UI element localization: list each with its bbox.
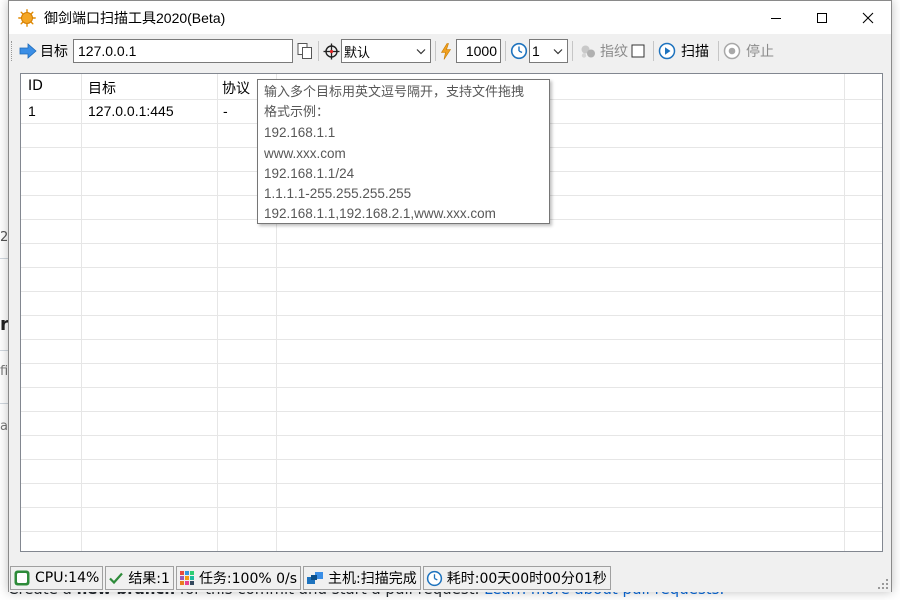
- tasks-text: 任务:100% 0/s: [198, 571, 298, 587]
- toolbar-separator: [318, 41, 319, 61]
- play-icon: [658, 42, 676, 60]
- chevron-down-icon: [553, 48, 563, 54]
- fingerprint-label: 指纹: [600, 44, 628, 60]
- table-row-target[interactable]: 127.0.0.1:445: [88, 103, 174, 119]
- fingerprint-icon: [579, 42, 597, 60]
- background-text-fragment: fi: [0, 364, 9, 379]
- arrow-right-icon: [19, 43, 37, 59]
- tooltip-line: 192.168.1.1: [264, 125, 336, 141]
- column-header-id[interactable]: ID: [28, 78, 43, 94]
- scan-button[interactable]: 扫描: [658, 41, 714, 61]
- paste-button[interactable]: [296, 42, 314, 60]
- app-logo-icon: [18, 8, 36, 27]
- tasks-grid-icon: [179, 571, 194, 585]
- minimize-button[interactable]: [753, 1, 799, 34]
- crosshair-icon: [323, 43, 340, 60]
- network-icon: [307, 572, 324, 584]
- timeout-dropdown[interactable]: 1: [529, 39, 568, 63]
- resize-grip-icon[interactable]: [878, 579, 888, 589]
- scan-label: 扫描: [681, 44, 709, 60]
- threads-input[interactable]: 1000: [456, 39, 501, 63]
- checkmark-icon: [109, 572, 124, 585]
- target-input-tooltip: 输入多个目标用英文逗号隔开，支持文件拖拽 格式示例： 192.168.1.1 w…: [257, 79, 550, 224]
- window-controls: [753, 1, 891, 34]
- stop-label: 停止: [746, 44, 774, 60]
- close-button[interactable]: [845, 1, 891, 34]
- host-text: 主机:扫描完成: [328, 571, 417, 587]
- status-cpu: CPU:14%: [10, 566, 104, 590]
- toolbar-separator: [435, 41, 436, 61]
- fingerprint-checkbox[interactable]: [631, 44, 645, 58]
- tooltip-line: 192.168.1.1/24: [264, 165, 355, 181]
- toolbar-grip[interactable]: [11, 41, 15, 61]
- copy-icon: [297, 43, 312, 59]
- clock-icon: [426, 570, 442, 586]
- timeout-value: 1: [532, 43, 540, 59]
- target-input[interactable]: 127.0.0.1: [73, 39, 293, 63]
- toolbar-separator: [718, 41, 719, 61]
- target-label: 目标: [40, 44, 68, 60]
- status-host: 主机:扫描完成: [303, 566, 421, 590]
- cpu-text: CPU:14%: [35, 570, 100, 586]
- maximize-button[interactable]: [799, 1, 845, 34]
- mode-dropdown[interactable]: 默认: [341, 39, 431, 63]
- stop-button[interactable]: 停止: [723, 41, 779, 61]
- close-icon: [862, 12, 874, 23]
- tooltip-line: 格式示例：: [264, 105, 330, 121]
- tooltip-line: 1.1.1.1-255.255.255.255: [264, 185, 412, 201]
- lightning-icon: [440, 42, 452, 60]
- results-text: 结果:1: [128, 571, 170, 587]
- maximize-icon: [817, 12, 827, 23]
- table-row-protocol[interactable]: -: [223, 103, 228, 119]
- tooltip-line: 输入多个目标用英文逗号隔开，支持文件拖拽: [264, 85, 525, 100]
- elapsed-text: 耗时:00天00时00分01秒: [446, 571, 607, 587]
- tooltip-line: www.xxx.com: [264, 145, 346, 161]
- cpu-icon: [14, 570, 30, 586]
- window-title: 御剑端口扫描工具2020(Beta): [44, 9, 226, 26]
- column-header-protocol[interactable]: 协议: [222, 78, 250, 98]
- status-tasks: 任务:100% 0/s: [175, 566, 302, 590]
- toolbar: 目标 127.0.0.1 默认 1000 1 指纹 扫描 停止: [9, 36, 891, 66]
- tooltip-line: 192.168.1.1,192.168.2.1,www.xxx.com: [264, 206, 496, 222]
- clock-icon: [510, 42, 528, 60]
- toolbar-separator: [653, 41, 654, 61]
- stop-icon: [723, 42, 741, 60]
- column-header-target[interactable]: 目标: [88, 78, 116, 98]
- minimize-icon: [771, 17, 781, 19]
- status-elapsed: 耗时:00天00时00分01秒: [422, 566, 611, 590]
- title-bar[interactable]: 御剑端口扫描工具2020(Beta): [9, 1, 891, 34]
- table-row-id[interactable]: 1: [28, 103, 36, 119]
- status-results: 结果:1: [105, 566, 174, 590]
- mode-value: 默认: [344, 45, 371, 61]
- toolbar-separator: [505, 41, 506, 61]
- toolbar-separator: [572, 41, 573, 61]
- chevron-down-icon: [416, 48, 426, 54]
- status-bar: CPU:14% 结果:1 任务:100% 0/s 主机:扫描完成 耗时:00天0…: [9, 564, 891, 592]
